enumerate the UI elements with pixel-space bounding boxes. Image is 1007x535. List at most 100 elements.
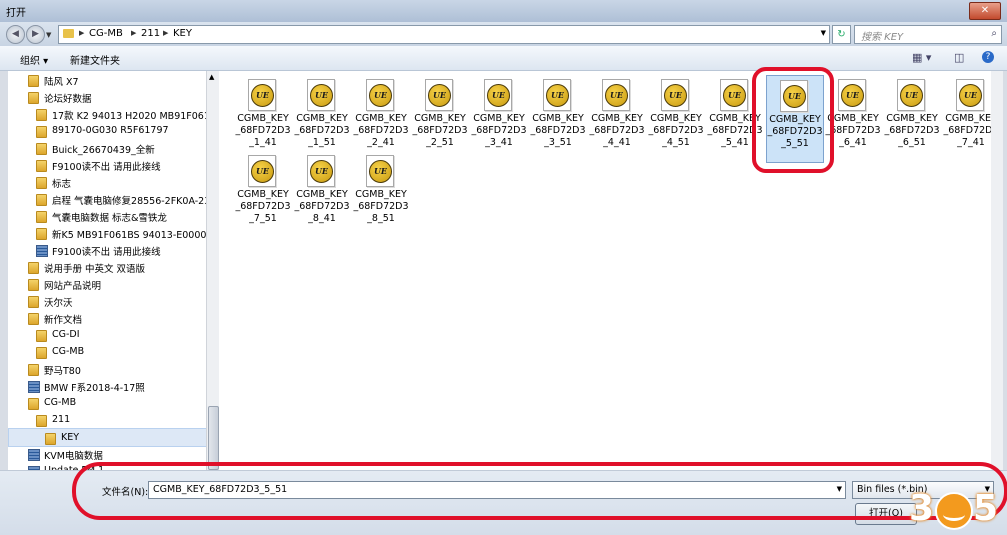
file-name: CGMB_KEY_68FD72D3_8_41 [294,189,350,224]
folder-icon [28,92,39,104]
folder-icon [28,398,39,410]
address-dropdown-icon[interactable]: ▼ [821,29,826,37]
view-options-icon[interactable]: ▦ ▾ [912,51,931,64]
nav-item-label: 论坛好数据 [44,94,92,105]
nav-item[interactable]: KVM电脑数据 [8,445,208,462]
ultraedit-file-icon: UE [543,79,571,111]
ultraedit-file-icon: UE [602,79,630,111]
navigation-pane: 陆风 X7 论坛好数据 17款 K2 94013 H2020 MB91F061BS 8… [8,71,216,470]
file-item[interactable]: UE CGMB_KEY_68FD72D3_1_41 [235,75,291,161]
nav-item-label: 211 [52,414,71,425]
file-name: CGMB_KEY_68FD72D3_1_41 [235,113,291,148]
nav-item-label: Buick_26670439_全新 [52,145,155,156]
nav-item[interactable]: 沃尔沃 [8,292,208,309]
folder-icon [36,160,47,172]
nav-item-label: BMW F系2018-4-17照 [44,383,145,394]
help-icon[interactable]: ? [982,51,994,63]
folder-icon [45,433,56,445]
nav-item[interactable]: CG-MB [8,394,208,411]
nav-item[interactable]: 新作文档 [8,309,208,326]
file-item[interactable]: UE CGMB_KEY_68FD72D3_3_41 [471,75,527,161]
ultraedit-file-icon: UE [248,79,276,111]
nav-item[interactable]: 89170-0G030 R5F61797 [8,122,208,139]
ultraedit-file-icon: UE [307,155,335,187]
nav-item-label: 说用手册 中英文 双语版 [44,264,146,275]
ultraedit-file-icon: UE [307,79,335,111]
file-item[interactable]: UE CGMB_KEY_68FD72D3_3_51 [530,75,586,161]
nav-item[interactable]: 网站产品说明 [8,275,208,292]
nav-item-label: 气囊电脑数据 标志&雪铁龙 [52,213,167,224]
organize-menu[interactable]: 组织 ▾ [20,52,48,67]
nav-item[interactable]: 陆风 X7 [8,71,208,88]
close-button[interactable]: ✕ [969,2,1001,20]
file-list-scrollbar[interactable] [991,71,1003,470]
navigation-scrollbar[interactable]: ▲ [206,71,219,470]
back-button[interactable]: ◀ [6,25,25,44]
smiley-icon [935,492,973,530]
ue-logo-icon: UE [900,84,923,107]
file-item[interactable]: UE CGMB_KEY_68FD72D3_4_41 [589,75,645,161]
file-item[interactable]: UE CGMB_KEY_68FD72D3_8_51 [353,151,409,237]
breadcrumb[interactable]: ▶ CG-MB ▶ 211 ▶ KEY ▼ [58,25,830,44]
nav-item-label: F9100读不出 请用此接线 [52,247,161,258]
folder-icon [36,126,47,138]
breadcrumb-segment[interactable]: 211 [141,28,160,39]
nav-item[interactable]: 211 [8,411,208,428]
file-item[interactable]: UE CGMB_KEY_68FD72D3_4_51 [648,75,704,161]
file-item[interactable]: UE CGMB_KEY_68FD72D3_6_51 [884,75,940,161]
chevron-right-icon[interactable]: ▶ [131,29,136,37]
file-item[interactable]: UE CGMB_KEY_68FD72D3_8_41 [294,151,350,237]
ue-logo-icon: UE [841,84,864,107]
nav-item[interactable]: F9100读不出 请用此接线 [8,156,208,173]
ultraedit-file-icon: UE [838,79,866,111]
chevron-right-icon[interactable]: ▶ [79,29,84,37]
ultraedit-file-icon: UE [425,79,453,111]
ue-logo-icon: UE [546,84,569,107]
nav-item-label: 启程 气囊电脑修复28556-2FK0A-2336 [52,196,216,207]
history-dropdown-icon[interactable]: ▼ [46,31,51,39]
folder-icon [28,262,39,274]
new-folder-button[interactable]: 新建文件夹 [70,52,120,67]
scroll-up-icon[interactable]: ▲ [209,73,214,81]
nav-item[interactable]: 气囊电脑数据 标志&雪铁龙 [8,207,208,224]
nav-item[interactable]: 标志 [8,173,208,190]
nav-item[interactable]: 启程 气囊电脑修复28556-2FK0A-2336 [8,190,216,207]
search-icon[interactable]: ⌕ [991,28,997,39]
ue-logo-icon: UE [959,84,982,107]
ue-logo-icon: UE [251,160,274,183]
nav-item[interactable]: Buick_26670439_全新 [8,139,208,156]
ue-logo-icon: UE [369,84,392,107]
filename-highlight [72,462,1007,520]
breadcrumb-segment[interactable]: KEY [173,28,192,39]
nav-item-label: KVM电脑数据 [44,451,103,462]
search-input[interactable]: 搜索 KEY ⌕ [854,25,1002,44]
nav-item-label: CG-MB [44,397,77,408]
forward-button[interactable]: ▶ [26,25,45,44]
nav-item[interactable]: BMW F系2018-4-17照 [8,377,208,394]
scrollbar-thumb[interactable] [208,406,219,470]
preview-pane-icon[interactable]: ◫ [954,51,964,64]
nav-item[interactable]: 野马T80 [8,360,208,377]
watermark-logo: 3 5 [905,480,1005,532]
refresh-button[interactable]: ↻ [832,25,851,44]
nav-item-label: CG-DI [52,329,80,340]
nav-item[interactable]: 17款 K2 94013 H2020 MB91F061BS [8,105,216,122]
nav-item[interactable]: 新K5 MB91F061BS 94013-E0000 [8,224,208,241]
library-icon [28,381,40,393]
folder-icon [28,296,39,308]
logo-digit: 5 [973,488,999,529]
folder-icon [36,109,47,121]
breadcrumb-segment[interactable]: CG-MB [89,28,123,39]
address-bar: ◀ ▶ ▼ ▶ CG-MB ▶ 211 ▶ KEY ▼ ↻ 搜索 KEY ⌕ [0,22,1007,46]
nav-item[interactable]: CG-MB [8,343,208,360]
nav-item[interactable]: 论坛好数据 [8,88,208,105]
ultraedit-file-icon: UE [897,79,925,111]
file-item[interactable]: UE CGMB_KEY_68FD72D3_2_41 [353,75,409,161]
nav-item[interactable]: CG-DI [8,326,208,343]
file-item[interactable]: UE CGMB_KEY_68FD72D3_7_51 [235,151,291,237]
file-item[interactable]: UE CGMB_KEY_68FD72D3_2_51 [412,75,468,161]
nav-item[interactable]: 说用手册 中英文 双语版 [8,258,208,275]
chevron-right-icon[interactable]: ▶ [163,29,168,37]
nav-item[interactable]: F9100读不出 请用此接线 [8,241,208,258]
file-item[interactable]: UE CGMB_KEY_68FD72D3_1_51 [294,75,350,161]
